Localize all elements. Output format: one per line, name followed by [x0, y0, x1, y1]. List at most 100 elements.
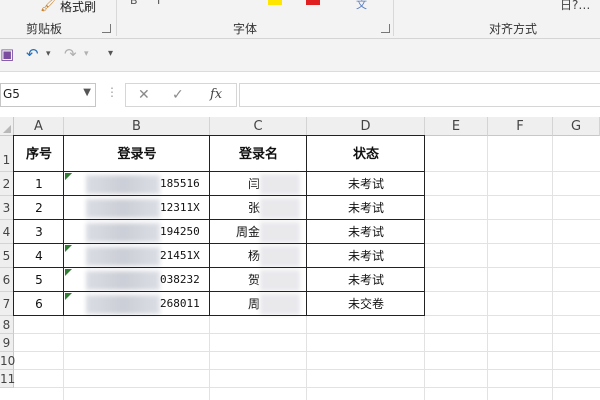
font-color-icon[interactable]	[306, 0, 320, 5]
ribbon: 🖌 格式刷 剪贴板 B I 字体 文 对齐方式 日?…	[0, 0, 600, 39]
table-cell-status: 未考试	[347, 273, 384, 287]
table-border	[13, 195, 425, 196]
save-icon[interactable]: ▣	[0, 45, 14, 63]
table-cell-login-name: 贺	[247, 273, 260, 287]
table-border	[424, 136, 425, 316]
table-cell-login-no: 12311X	[160, 201, 200, 214]
worksheet-grid[interactable]: A B C D E F G 1 2 3 4 5 6 7 8 9 10 11 序号 登录号 登录名 状态 1 185516 闫未考…	[0, 117, 600, 400]
table-cell-status: 未交卷	[347, 297, 384, 311]
wrap-text-button[interactable]: 日?…	[560, 0, 590, 13]
table-cell-index: 3	[35, 225, 43, 239]
table-cell-status: 未考试	[347, 249, 384, 263]
table-border	[13, 267, 425, 268]
table-cell-login-no: 21451X	[160, 249, 200, 262]
table-header-cell: 序号	[25, 147, 52, 162]
row-header-6[interactable]: 6	[0, 268, 14, 292]
column-header-g[interactable]: G	[553, 117, 600, 136]
enter-icon[interactable]: ✓	[172, 87, 184, 103]
font-bold-icon[interactable]: B	[130, 0, 138, 7]
clipboard-group-label: 剪贴板	[26, 22, 63, 36]
row-header-11[interactable]: 11	[0, 370, 15, 388]
font-italic-icon[interactable]: I	[157, 0, 160, 7]
undo-icon[interactable]: ↶	[26, 45, 39, 63]
redacted-login-name	[260, 174, 300, 195]
gridline-row	[14, 351, 600, 352]
redacted-login-prefix	[86, 271, 160, 290]
table-cell-index: 6	[35, 297, 43, 311]
table-header-cell: 登录名	[238, 147, 278, 162]
column-header-f[interactable]: F	[488, 117, 553, 136]
formula-buttons: ✕ ✓ fx	[125, 83, 237, 107]
redacted-login-name	[260, 294, 300, 315]
table-cell-login-name: 杨	[247, 249, 260, 263]
table-cell-login-name: 闫	[247, 177, 260, 191]
formula-input[interactable]	[239, 83, 600, 107]
table-border	[13, 135, 425, 136]
name-box[interactable]: G5 ▼	[0, 83, 96, 107]
table-cell-login-no: 194250	[160, 225, 200, 238]
column-header-d[interactable]: D	[307, 117, 425, 136]
gridline-row	[14, 333, 600, 334]
alignment-group-label: 对齐方式	[489, 22, 538, 36]
redo-dropdown-icon[interactable]: ▾	[84, 49, 89, 59]
table-cell-status: 未考试	[347, 177, 384, 191]
row-header-10[interactable]: 10	[0, 352, 15, 370]
table-cell-login-name: 周	[247, 297, 260, 311]
gridline-row	[14, 369, 600, 370]
font-group-label: 字体	[233, 22, 258, 36]
name-box-value: G5	[3, 87, 20, 101]
table-border	[13, 136, 14, 316]
undo-dropdown-icon[interactable]: ▾	[46, 49, 51, 59]
row-header-2[interactable]: 2	[0, 172, 14, 196]
table-cell-login-name: 张	[247, 201, 260, 215]
number-stored-as-text-marker[interactable]	[65, 269, 72, 276]
table-border	[13, 243, 425, 244]
customize-toolbar-icon[interactable]: ▾	[108, 48, 113, 59]
table-header-cell: 状态	[352, 147, 379, 162]
font-launcher-icon[interactable]	[381, 24, 390, 33]
table-border	[209, 136, 210, 316]
table-cell-login-name: 周金	[235, 225, 260, 239]
table-cell-index: 4	[35, 249, 43, 263]
table-border	[63, 136, 64, 316]
column-header-e[interactable]: E	[425, 117, 488, 136]
column-header-a[interactable]: A	[14, 117, 64, 136]
phonetic-icon[interactable]: 文	[356, 0, 367, 12]
row-header-8[interactable]: 8	[0, 316, 14, 334]
row-header-4[interactable]: 4	[0, 220, 14, 244]
gridline-row	[14, 387, 600, 388]
redacted-login-name	[260, 222, 300, 243]
table-border	[306, 136, 307, 316]
cancel-icon[interactable]: ✕	[138, 87, 150, 103]
formula-bar: G5 ▼ ⋮ ✕ ✓ fx	[0, 76, 600, 112]
formula-bar-splitter[interactable]: ⋮	[106, 85, 118, 99]
table-cell-status: 未考试	[347, 201, 384, 215]
number-stored-as-text-marker[interactable]	[65, 245, 72, 252]
redacted-login-prefix	[86, 247, 160, 266]
row-header-9[interactable]: 9	[0, 334, 14, 352]
insert-function-icon[interactable]: fx	[210, 87, 222, 102]
chevron-down-icon[interactable]: ▼	[83, 87, 91, 98]
row-header-5[interactable]: 5	[0, 244, 14, 268]
quick-access-toolbar: ▣ ↶ ▾ ↷ ▾ ▾	[0, 39, 600, 72]
row-header-3[interactable]: 3	[0, 196, 14, 220]
redacted-login-prefix	[86, 223, 160, 242]
row-header-7[interactable]: 7	[0, 292, 14, 316]
clipboard-launcher-icon[interactable]	[102, 24, 111, 33]
format-painter-button[interactable]: 格式刷	[60, 0, 96, 15]
format-painter-icon[interactable]: 🖌	[40, 0, 57, 13]
column-header-b[interactable]: B	[64, 117, 210, 136]
highlight-color-icon[interactable]	[268, 0, 282, 5]
redo-icon[interactable]: ↷	[64, 45, 77, 63]
select-all-corner[interactable]	[0, 117, 14, 136]
redacted-login-prefix	[86, 199, 160, 218]
redacted-login-name	[260, 246, 300, 267]
number-stored-as-text-marker[interactable]	[65, 173, 72, 180]
table-cell-status: 未考试	[347, 225, 384, 239]
ribbon-divider	[116, 0, 117, 36]
number-stored-as-text-marker[interactable]	[65, 293, 72, 300]
column-header-c[interactable]: C	[210, 117, 307, 136]
table-cell-login-no: 185516	[160, 177, 200, 190]
gridline-col	[552, 136, 553, 400]
row-header-1[interactable]: 1	[0, 136, 14, 172]
